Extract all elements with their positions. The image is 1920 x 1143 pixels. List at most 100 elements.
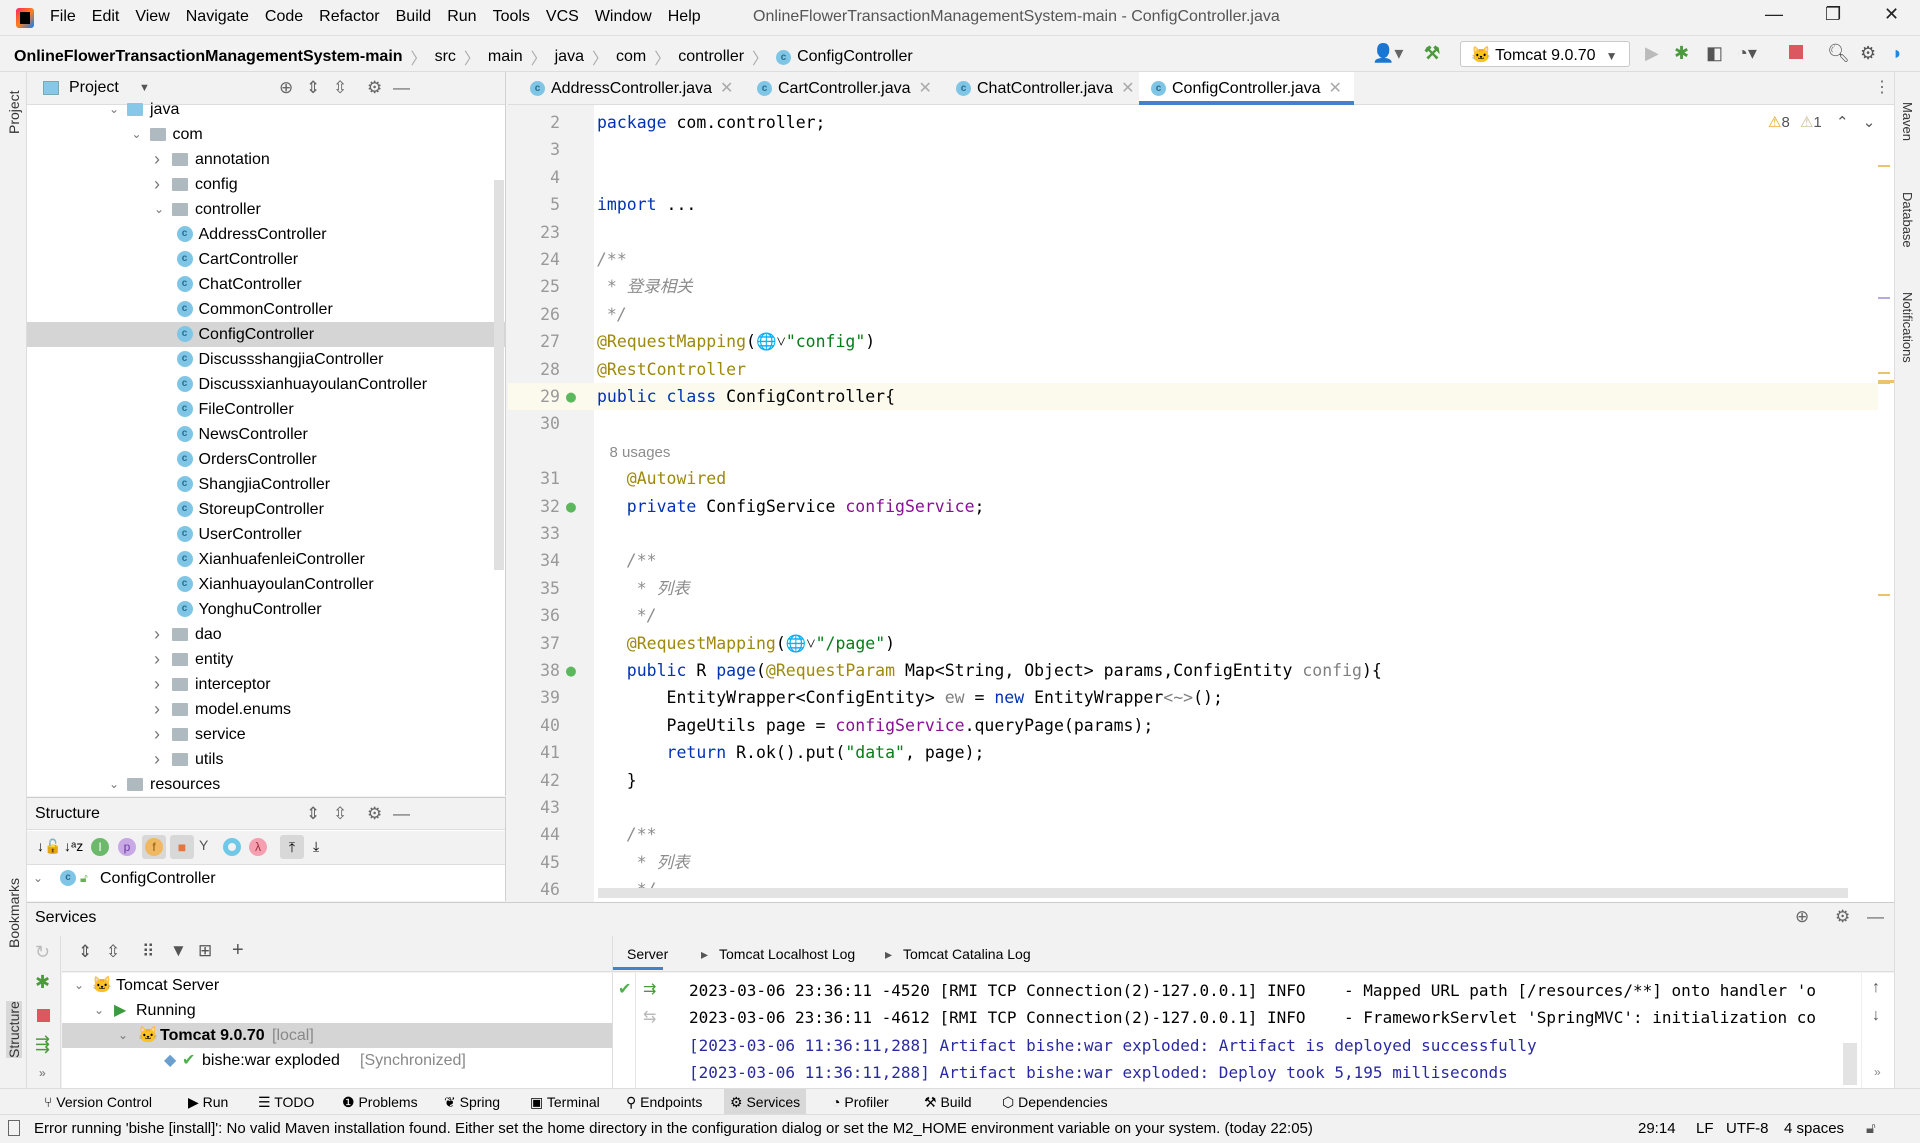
scroll-up-icon[interactable]: ↑ xyxy=(1872,979,1880,997)
toggle-tool-windows-icon[interactable] xyxy=(8,1120,20,1136)
tree-item-interceptor[interactable]: › interceptor xyxy=(27,672,506,697)
service-tomcat-instance[interactable]: ⌄ 🐱 Tomcat 9.0.70 [local] xyxy=(62,1023,612,1048)
console-scrollbar[interactable] xyxy=(1843,1043,1857,1085)
show-non-public-icon[interactable]: ■ xyxy=(170,835,194,859)
tab-catalina-log[interactable]: Tomcat Catalina Log xyxy=(903,946,1031,962)
toolwindow-run[interactable]: ▶ Run xyxy=(182,1089,234,1115)
debug-icon[interactable]: ✱ xyxy=(35,972,50,993)
minimize-button[interactable]: — xyxy=(1765,4,1783,25)
service-artifact[interactable]: ◆ ✔ bishe:war exploded [Synchronized] xyxy=(62,1048,612,1073)
chevron-right-icon[interactable]: › xyxy=(154,697,160,722)
expand-all-icon[interactable]: ⇕ xyxy=(306,804,320,824)
collapse-all-icon[interactable]: ⇳ xyxy=(106,942,120,962)
tree-item-service[interactable]: › service xyxy=(27,722,506,747)
tree-scrollbar[interactable] xyxy=(494,180,504,570)
chevron-down-icon[interactable]: ⌄ xyxy=(109,97,119,122)
hide-icon[interactable]: — xyxy=(393,804,410,824)
chevron-right-icon[interactable]: › xyxy=(154,172,160,197)
locate-icon[interactable]: ⊕ xyxy=(1795,907,1809,927)
show-fields-icon[interactable]: f xyxy=(142,835,166,859)
add-service-icon[interactable]: + xyxy=(232,939,244,962)
tree-item-controller[interactable]: ⌄ controller xyxy=(27,197,506,222)
tree-item-xianhuafenleicontroller[interactable]: c XianhuafenleiController xyxy=(27,547,506,572)
tab-localhost-log[interactable]: Tomcat Localhost Log xyxy=(719,946,855,962)
group-by-icon[interactable]: ⠿ xyxy=(142,942,154,962)
new-tab-icon[interactable]: ⊞ xyxy=(198,941,212,961)
gear-icon[interactable]: ⚙ xyxy=(367,804,382,824)
tree-item-yonghucontroller[interactable]: c YonghuController xyxy=(27,597,506,622)
line-separator[interactable]: LF xyxy=(1696,1120,1714,1137)
tree-item-usercontroller[interactable]: c UserController xyxy=(27,522,506,547)
tab-chat-controller[interactable]: c ChatController.java ✕ xyxy=(944,72,1134,105)
project-view-select[interactable]: Project xyxy=(69,79,119,97)
show-lambdas-tree-icon[interactable]: Y xyxy=(199,837,208,853)
show-anonymous-icon[interactable] xyxy=(223,838,241,856)
tree-item-chatcontroller[interactable]: c ChatController xyxy=(27,272,506,297)
service-tomcat-server[interactable]: ⌄ 🐱 Tomcat Server xyxy=(62,973,612,998)
run-configuration-select[interactable]: 🐱 Tomcat 9.0.70 ▼ xyxy=(1460,41,1630,67)
tree-item-discussxianhuayoulancontroller[interactable]: c DiscussxianhuayoulanController xyxy=(27,372,506,397)
tree-item-resources[interactable]: ⌄ resources xyxy=(27,772,506,797)
chevron-right-icon[interactable]: › xyxy=(154,622,160,647)
stop-icon[interactable] xyxy=(37,1009,50,1022)
lock-icon[interactable]: 🔓︎ xyxy=(1866,1120,1876,1137)
menu-help[interactable]: Help xyxy=(668,8,701,26)
menu-tools[interactable]: Tools xyxy=(493,8,530,26)
bookmarks-tool-button[interactable]: Bookmarks xyxy=(6,878,22,948)
build-hammer-icon[interactable]: ⚒ xyxy=(1424,43,1440,64)
toolwindow-problems[interactable]: ❶ Problems xyxy=(336,1089,424,1115)
breadcrumb-main[interactable]: main xyxy=(488,48,523,66)
toolwindow-profiler[interactable]: ◔ Profiler xyxy=(826,1089,895,1115)
user-icon[interactable]: 👤▾ xyxy=(1372,43,1403,64)
menu-edit[interactable]: Edit xyxy=(92,8,120,26)
tree-item-annotation[interactable]: › annotation xyxy=(27,147,506,172)
menu-window[interactable]: Window xyxy=(595,8,652,26)
tree-item-commoncontroller[interactable]: c CommonController xyxy=(27,297,506,322)
settings-icon[interactable]: ⚙ xyxy=(1860,43,1876,64)
hide-icon[interactable]: — xyxy=(393,78,410,98)
tab-config-controller[interactable]: c ConfigController.java ✕ xyxy=(1139,72,1354,105)
breadcrumb-controller[interactable]: controller xyxy=(678,48,744,66)
structure-root-row[interactable]: ⌄ c 🔓︎ ConfigController xyxy=(27,866,505,891)
tree-item-config[interactable]: › config xyxy=(27,172,506,197)
chevron-down-icon[interactable]: ⌄ xyxy=(109,772,119,797)
breadcrumb-com[interactable]: com xyxy=(616,48,646,66)
more-tabs-icon[interactable]: ⋮ xyxy=(1874,77,1890,97)
rerun-icon[interactable]: ↻ xyxy=(35,942,50,963)
toolwindow-spring[interactable]: ❦ Spring xyxy=(438,1089,506,1115)
breadcrumb-java[interactable]: java xyxy=(555,48,584,66)
tree-item-storeupcontroller[interactable]: c StoreupController xyxy=(27,497,506,522)
close-icon[interactable]: ✕ xyxy=(919,80,932,97)
more-icon[interactable]: » xyxy=(1874,1065,1881,1079)
scroll-down-icon[interactable]: ↓ xyxy=(1872,1007,1880,1025)
close-icon[interactable]: ✕ xyxy=(1329,80,1342,97)
tree-item-cartcontroller[interactable]: c CartController xyxy=(27,247,506,272)
expand-all-icon[interactable]: ⇕ xyxy=(306,78,320,98)
close-button[interactable]: ✕ xyxy=(1884,4,1899,25)
maven-tool-button[interactable]: Maven xyxy=(1900,102,1915,141)
service-running-group[interactable]: ⌄ ▶ Running xyxy=(62,998,612,1023)
menu-run[interactable]: Run xyxy=(447,8,476,26)
coverage-icon[interactable]: ◧ xyxy=(1706,43,1723,64)
chevron-down-icon[interactable]: ▼ xyxy=(139,82,150,94)
chevron-right-icon[interactable]: › xyxy=(154,647,160,672)
update-app-icon[interactable]: ⇉ xyxy=(643,979,656,999)
expand-all-icon[interactable]: ⇕ xyxy=(78,942,92,962)
tree-item-utils[interactable]: › utils xyxy=(27,747,506,772)
menu-view[interactable]: View xyxy=(135,8,169,26)
show-inherited-icon[interactable]: I xyxy=(91,838,109,856)
tree-item-newscontroller[interactable]: c NewsController xyxy=(27,422,506,447)
search-icon[interactable]: 🔍︎ xyxy=(1827,43,1850,64)
toolwindow-version-control[interactable]: ⑂ Version Control xyxy=(38,1089,158,1115)
chevron-down-icon[interactable]: ⌄ xyxy=(154,197,164,222)
previous-highlight-icon[interactable]: ⌃ xyxy=(1836,114,1849,131)
tree-item-entity[interactable]: › entity xyxy=(27,647,506,672)
tree-item-model-enums[interactable]: › model.enums xyxy=(27,697,506,722)
breadcrumb-src[interactable]: src xyxy=(435,48,456,66)
locate-icon[interactable]: ⊕ xyxy=(279,78,293,98)
autoscroll-to-source-icon[interactable]: ⤒ xyxy=(280,835,304,859)
menu-refactor[interactable]: Refactor xyxy=(319,8,379,26)
gear-icon[interactable]: ⚙ xyxy=(1835,907,1850,927)
chevron-right-icon[interactable]: › xyxy=(154,147,160,172)
toolwindow-build[interactable]: ⚒ Build xyxy=(918,1089,978,1115)
